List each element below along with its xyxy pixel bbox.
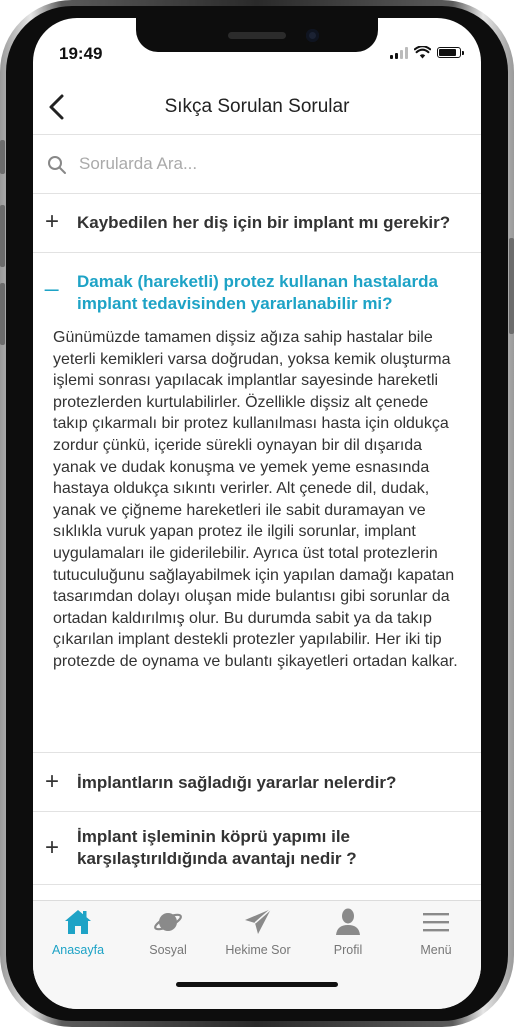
collapse-icon: _ bbox=[45, 265, 59, 292]
faq-item[interactable]: + İmplantların sağladığı yararlar nelerd… bbox=[33, 753, 481, 812]
tab-label: Hekime Sor bbox=[225, 943, 291, 957]
tab-sosyal[interactable]: Sosyal bbox=[123, 907, 213, 957]
faq-item[interactable]: + İmplant işleminin köprü yapımı ile kar… bbox=[33, 812, 481, 885]
faq-question: İmplantların sağladığı yararlar nelerdir… bbox=[77, 773, 397, 792]
tab-label: Sosyal bbox=[149, 943, 187, 957]
expand-icon: + bbox=[45, 768, 60, 795]
tab-label: Menü bbox=[420, 943, 452, 957]
home-icon bbox=[65, 910, 91, 934]
status-time: 19:49 bbox=[59, 44, 103, 63]
notch bbox=[136, 18, 378, 52]
app-screen: 19:49 Sıkça Sorulan Sorular + Kaybedilen… bbox=[33, 18, 481, 1009]
faq-item[interactable]: + Kaybedilen her diş için bir implant mı… bbox=[33, 194, 481, 253]
tab-label: Profil bbox=[333, 943, 363, 957]
faq-item-expanded[interactable]: _ Damak (hareketli) protez kullanan hast… bbox=[33, 253, 481, 753]
expand-icon: + bbox=[45, 208, 60, 235]
paper-plane-icon bbox=[245, 908, 272, 934]
hamburger-icon bbox=[423, 913, 449, 932]
power-button bbox=[509, 238, 514, 334]
tab-anasayfa[interactable]: Anasayfa bbox=[33, 907, 123, 957]
tab-profil[interactable]: Profil bbox=[303, 907, 393, 957]
status-icons bbox=[390, 45, 464, 59]
faq-question: Kaybedilen her diş için bir implant mı g… bbox=[77, 213, 451, 232]
tab-menu[interactable]: Menü bbox=[391, 907, 481, 957]
tab-hekime-sor[interactable]: Hekime Sor bbox=[213, 907, 303, 957]
faq-question: Damak (hareketli) protez kullanan hastal… bbox=[77, 272, 438, 313]
expand-icon: + bbox=[45, 834, 60, 861]
search-bar bbox=[33, 135, 481, 194]
page-title: Sıkça Sorulan Sorular bbox=[164, 96, 350, 117]
battery-icon bbox=[437, 46, 464, 58]
tab-bar: Anasayfa Sosyal Hekime Sor Profil Menü bbox=[33, 900, 481, 1009]
home-indicator bbox=[176, 982, 338, 987]
search-input[interactable] bbox=[79, 151, 459, 177]
volume-down-button bbox=[0, 283, 5, 345]
speaker-grille bbox=[228, 32, 286, 39]
signal-icon bbox=[390, 46, 408, 59]
tab-label: Anasayfa bbox=[51, 943, 105, 957]
battery-level bbox=[439, 48, 456, 56]
planet-icon bbox=[154, 913, 182, 931]
faq-question: İmplant işleminin köprü yapımı ile karşı… bbox=[77, 827, 357, 868]
mute-switch bbox=[0, 140, 5, 174]
faq-answer: Günümüzde tamamen dişsiz ağıza sahip has… bbox=[53, 329, 458, 670]
volume-up-button bbox=[0, 205, 5, 267]
person-icon bbox=[336, 908, 360, 935]
search-icon bbox=[48, 156, 66, 174]
wifi-icon bbox=[414, 45, 431, 58]
nav-bar: Sıkça Sorulan Sorular bbox=[33, 80, 481, 135]
front-camera bbox=[306, 29, 319, 42]
